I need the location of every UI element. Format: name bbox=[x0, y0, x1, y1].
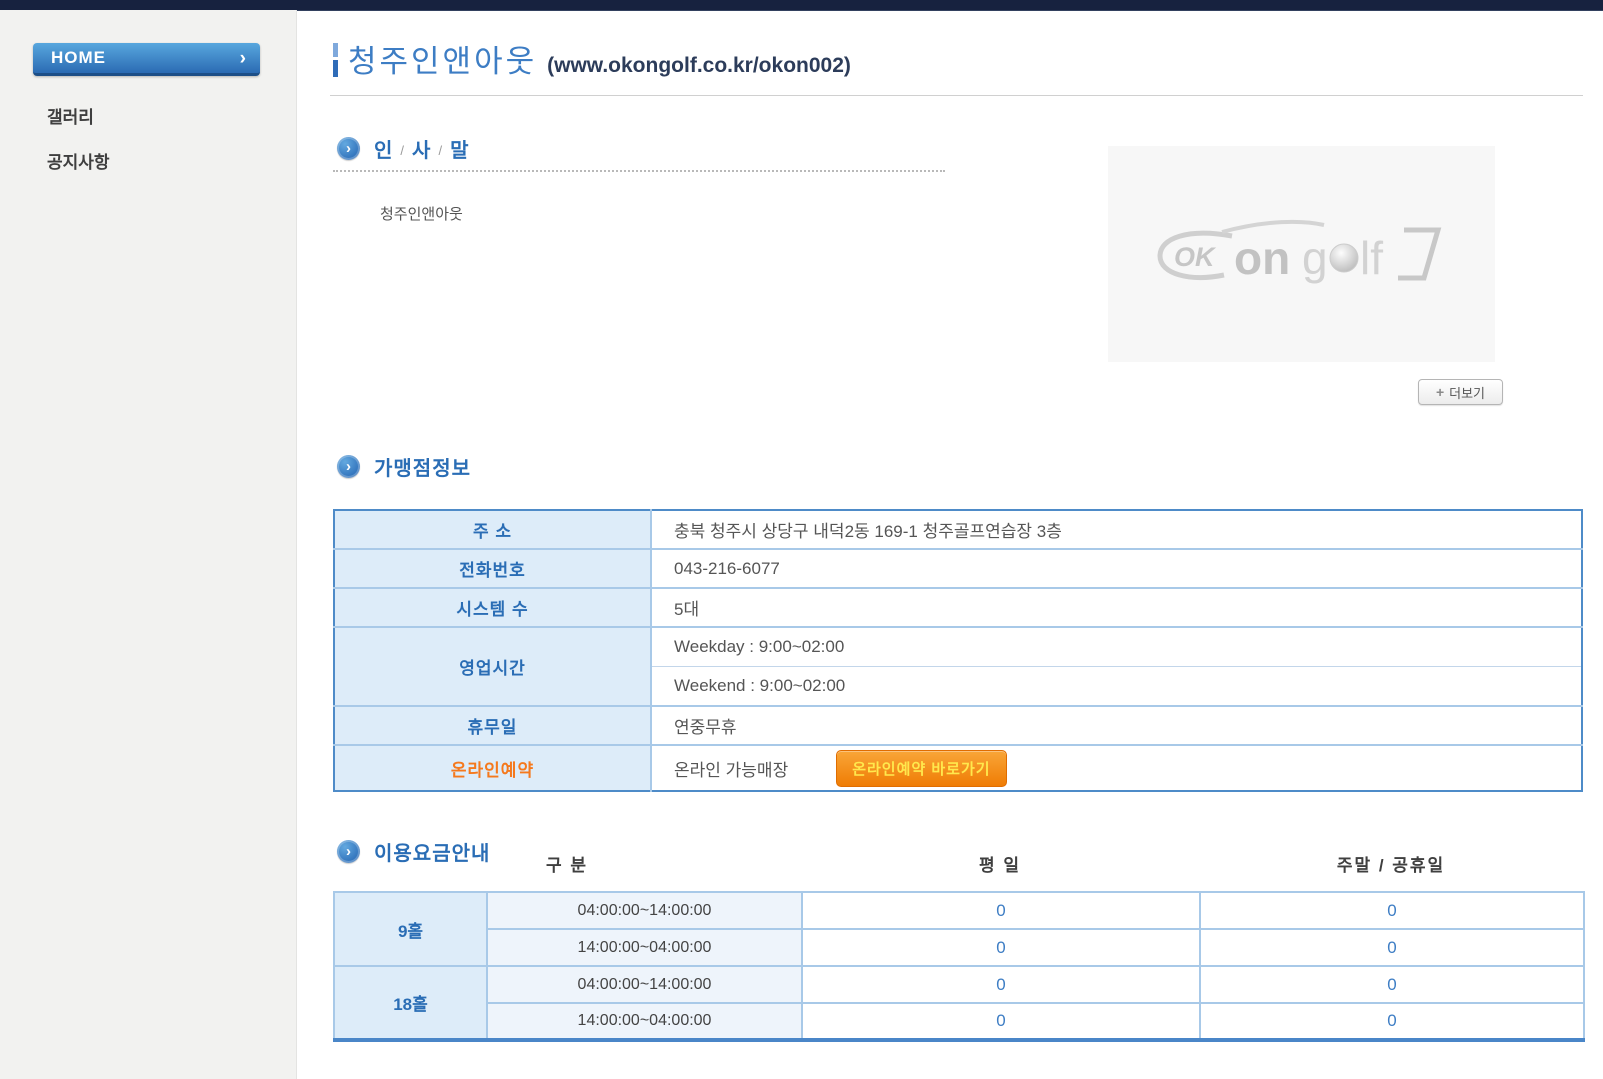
hours-weekday: Weekday : 9:00~02:00 bbox=[674, 637, 845, 656]
fee-time: 14:00:00~04:00:00 bbox=[486, 928, 803, 967]
fee-weekday-value: 0 bbox=[801, 891, 1201, 930]
reservation-label: 온라인예약 bbox=[334, 744, 652, 791]
page-title: 청주인앤아웃 bbox=[348, 44, 538, 79]
greeting-heading-char: 말 bbox=[450, 140, 470, 162]
fee-time: 04:00:00~14:00:00 bbox=[486, 965, 803, 1004]
slash-separator: / bbox=[438, 143, 444, 158]
fee-time: 14:00:00~04:00:00 bbox=[486, 1002, 803, 1041]
sidebar-item-notice[interactable]: 공지사항 bbox=[47, 148, 110, 173]
reservation-value: 온라인 가능매장 bbox=[674, 760, 789, 780]
fee-weekday-value: 0 bbox=[801, 928, 1201, 967]
table-row-closed: 휴무일 연중무휴 bbox=[334, 705, 1582, 745]
more-button-label: 더보기 bbox=[1449, 385, 1486, 401]
address-label: 주 소 bbox=[334, 510, 652, 549]
greeting-heading-char: 인 bbox=[374, 140, 394, 162]
dotted-divider bbox=[333, 170, 945, 172]
table-row-systems: 시스템 수 5대 bbox=[334, 587, 1582, 627]
column-header-weekday: 평 일 bbox=[978, 856, 1021, 875]
greeting-heading-char: 사 bbox=[412, 140, 432, 162]
arrow-circle-icon: › bbox=[337, 455, 360, 478]
online-reservation-button[interactable]: 온라인예약 바로가기 bbox=[836, 749, 1007, 787]
page: HOME › 갤러리 공지사항 청주인앤아웃 (www.okongolf.co.… bbox=[0, 0, 1603, 1079]
svg-text:on: on bbox=[1234, 232, 1290, 284]
slash-separator: / bbox=[400, 143, 406, 158]
arrow-circle-icon: › bbox=[337, 137, 360, 160]
okongolf-logo-image: OK on g lf bbox=[1108, 146, 1495, 362]
fee-table: 9홀 04:00:00~14:00:00 0 0 14:00:00~04:00:… bbox=[333, 891, 1585, 1042]
site-url: (www.okongolf.co.kr/okon002) bbox=[547, 54, 851, 77]
franchise-heading: 가맹점정보 bbox=[374, 458, 471, 480]
fee-weekend-value: 0 bbox=[1199, 1002, 1585, 1041]
home-label: HOME bbox=[51, 48, 106, 67]
systems-label: 시스템 수 bbox=[334, 587, 652, 627]
table-row: 18홀 04:00:00~14:00:00 0 0 bbox=[333, 965, 1585, 1041]
sidebar-item-home[interactable]: HOME › bbox=[33, 43, 260, 76]
phone-value: 043-216-6077 bbox=[651, 548, 1582, 588]
title-marker bbox=[333, 43, 338, 78]
table-row-reservation: 온라인예약 온라인 가능매장 온라인예약 바로가기 bbox=[334, 744, 1582, 791]
svg-text:g: g bbox=[1302, 232, 1328, 284]
column-header-group: 구 분 bbox=[545, 856, 588, 875]
sidebar: HOME › 갤러리 공지사항 bbox=[0, 10, 297, 1079]
closed-value: 연중무휴 bbox=[651, 705, 1582, 745]
more-button[interactable]: + 더보기 bbox=[1418, 379, 1503, 405]
fee-group-18holes: 18홀 bbox=[333, 965, 488, 1041]
table-row: 14:00:00~04:00:00 0 0 bbox=[334, 1002, 1585, 1041]
table-row-hours: 영업시간 Weekday : 9:00~02:00 Weekend : 9:00… bbox=[334, 626, 1582, 706]
title-divider bbox=[330, 95, 1583, 96]
fee-weekday-value: 0 bbox=[801, 965, 1201, 1004]
table-row-phone: 전화번호 043-216-6077 bbox=[334, 548, 1582, 588]
fee-time: 04:00:00~14:00:00 bbox=[486, 891, 803, 930]
franchise-section-header: › 가맹점정보 bbox=[337, 452, 471, 481]
greeting-text: 청주인앤아웃 bbox=[380, 206, 463, 223]
sidebar-item-gallery[interactable]: 갤러리 bbox=[47, 103, 94, 128]
plus-icon: + bbox=[1435, 384, 1445, 400]
systems-value: 5대 bbox=[651, 587, 1582, 627]
fee-table-column-headers: 구 분 평 일 주말 / 공휴일 bbox=[333, 851, 1583, 876]
franchise-info-table: 주 소 충북 청주시 상당구 내덕2동 169-1 청주골프연습장 3층 전화번… bbox=[333, 509, 1583, 792]
address-value: 충북 청주시 상당구 내덕2동 169-1 청주골프연습장 3층 bbox=[651, 510, 1582, 549]
table-row-address: 주 소 충북 청주시 상당구 내덕2동 169-1 청주골프연습장 3층 bbox=[334, 510, 1582, 549]
fee-weekend-value: 0 bbox=[1199, 891, 1585, 930]
fee-group-9holes: 9홀 bbox=[333, 891, 488, 967]
svg-text:lf: lf bbox=[1360, 232, 1383, 284]
greeting-section-header: › 인 / 사 / 말 bbox=[337, 134, 469, 163]
fee-weekday-value: 0 bbox=[801, 1002, 1201, 1041]
phone-label: 전화번호 bbox=[334, 548, 652, 588]
svg-text:OK: OK bbox=[1174, 242, 1217, 272]
hours-label: 영업시간 bbox=[334, 626, 652, 706]
table-row: 9홀 04:00:00~14:00:00 0 0 bbox=[333, 891, 1585, 967]
chevron-right-icon: › bbox=[239, 47, 247, 69]
hours-weekend: Weekend : 9:00~02:00 bbox=[652, 666, 1581, 705]
column-header-weekend: 주말 / 공휴일 bbox=[1336, 856, 1446, 875]
closed-label: 휴무일 bbox=[334, 705, 652, 745]
fee-weekend-value: 0 bbox=[1199, 965, 1585, 1004]
greeting-heading: 인 / 사 / 말 bbox=[374, 134, 469, 163]
fee-weekend-value: 0 bbox=[1199, 928, 1585, 967]
okongolf-logo: OK on g lf bbox=[1156, 219, 1441, 284]
table-row: 14:00:00~04:00:00 0 0 bbox=[334, 928, 1585, 967]
